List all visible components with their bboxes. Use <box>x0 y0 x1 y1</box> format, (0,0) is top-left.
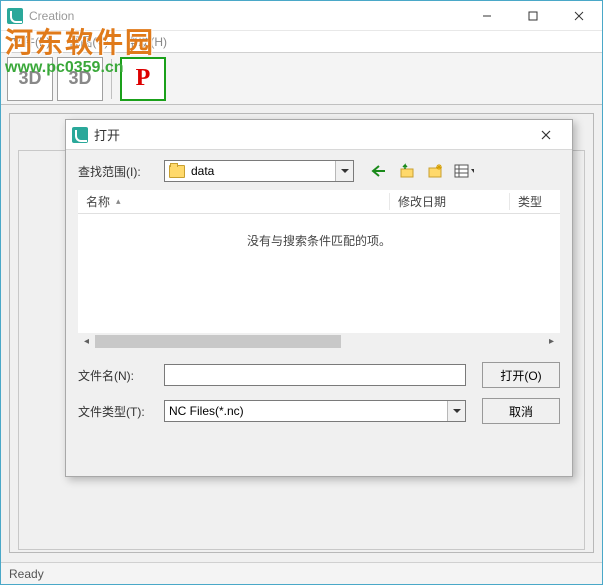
toolbar-separator <box>111 59 112 99</box>
filetype-value: NC Files(*.nc) <box>169 404 244 418</box>
dialog-close-button[interactable] <box>526 121 566 149</box>
filetype-combo[interactable]: NC Files(*.nc) <box>164 400 466 422</box>
dialog-bottom: 文件名(N): 打开(O) 文件类型(T): NC Files(*.nc) 取消 <box>78 362 560 424</box>
filetype-row: 文件类型(T): NC Files(*.nc) 取消 <box>78 398 560 424</box>
folder-icon <box>169 165 185 178</box>
dialog-app-icon <box>72 127 88 143</box>
chevron-down-icon <box>447 401 465 421</box>
back-icon[interactable] <box>370 161 390 181</box>
menubar: 文件(F) 视图(V) 帮助(H) <box>1 31 602 53</box>
toolbar-3d-button-2[interactable]: 3D <box>57 57 103 101</box>
open-file-dialog: 打开 查找范围(I): data <box>65 119 573 477</box>
status-text: Ready <box>9 567 44 581</box>
lookin-label: 查找范围(I): <box>78 163 158 180</box>
sort-indicator-icon: ▴ <box>116 196 121 207</box>
main-titlebar: Creation <box>1 1 602 31</box>
new-folder-icon[interactable] <box>426 161 446 181</box>
app-title: Creation <box>29 9 74 23</box>
maximize-button[interactable] <box>510 1 556 31</box>
lookin-value: data <box>191 164 214 178</box>
cancel-button[interactable]: 取消 <box>482 398 560 424</box>
dialog-titlebar: 打开 <box>66 120 572 150</box>
dialog-body: 查找范围(I): data 名称▴ 修改日期 类型 <box>66 150 572 444</box>
up-one-level-icon[interactable] <box>398 161 418 181</box>
scroll-left-button[interactable]: ◂ <box>78 333 95 350</box>
empty-list-message: 没有与搜索条件匹配的项。 <box>78 214 560 249</box>
file-list[interactable]: 名称▴ 修改日期 类型 没有与搜索条件匹配的项。 ◂ ▸ <box>78 190 560 350</box>
main-window: Creation 文件(F) 视图(V) 帮助(H) 3D 3D P 数据格式转… <box>0 0 603 585</box>
menu-view[interactable]: 视图(V) <box>64 31 112 52</box>
scroll-thumb[interactable] <box>95 335 341 348</box>
nav-icon-group <box>370 161 474 181</box>
scroll-right-button[interactable]: ▸ <box>543 333 560 350</box>
scroll-track[interactable] <box>95 333 543 350</box>
lookin-combo[interactable]: data <box>164 160 354 182</box>
app-icon <box>7 8 23 24</box>
chevron-down-icon <box>335 161 353 181</box>
toolbar-3d-button-1[interactable]: 3D <box>7 57 53 101</box>
horizontal-scrollbar[interactable]: ◂ ▸ <box>78 333 560 350</box>
minimize-button[interactable] <box>464 1 510 31</box>
filetype-label: 文件类型(T): <box>78 403 158 420</box>
menu-file[interactable]: 文件(F) <box>7 31 54 52</box>
filename-input[interactable] <box>164 364 466 386</box>
list-header: 名称▴ 修改日期 类型 <box>78 190 560 214</box>
dialog-title: 打开 <box>94 125 120 144</box>
column-date[interactable]: 修改日期 <box>390 193 510 210</box>
open-button[interactable]: 打开(O) <box>482 362 560 388</box>
filename-row: 文件名(N): 打开(O) <box>78 362 560 388</box>
column-name[interactable]: 名称▴ <box>78 193 390 210</box>
close-button[interactable] <box>556 1 602 31</box>
status-bar: Ready <box>1 562 602 584</box>
toolbar: 3D 3D P <box>1 53 602 105</box>
toolbar-p-button[interactable]: P <box>120 57 166 101</box>
column-type[interactable]: 类型 <box>510 193 560 210</box>
view-menu-icon[interactable] <box>454 161 474 181</box>
filename-label: 文件名(N): <box>78 367 158 384</box>
window-controls <box>464 1 602 31</box>
lookin-row: 查找范围(I): data <box>78 160 560 182</box>
menu-help[interactable]: 帮助(H) <box>122 31 171 52</box>
